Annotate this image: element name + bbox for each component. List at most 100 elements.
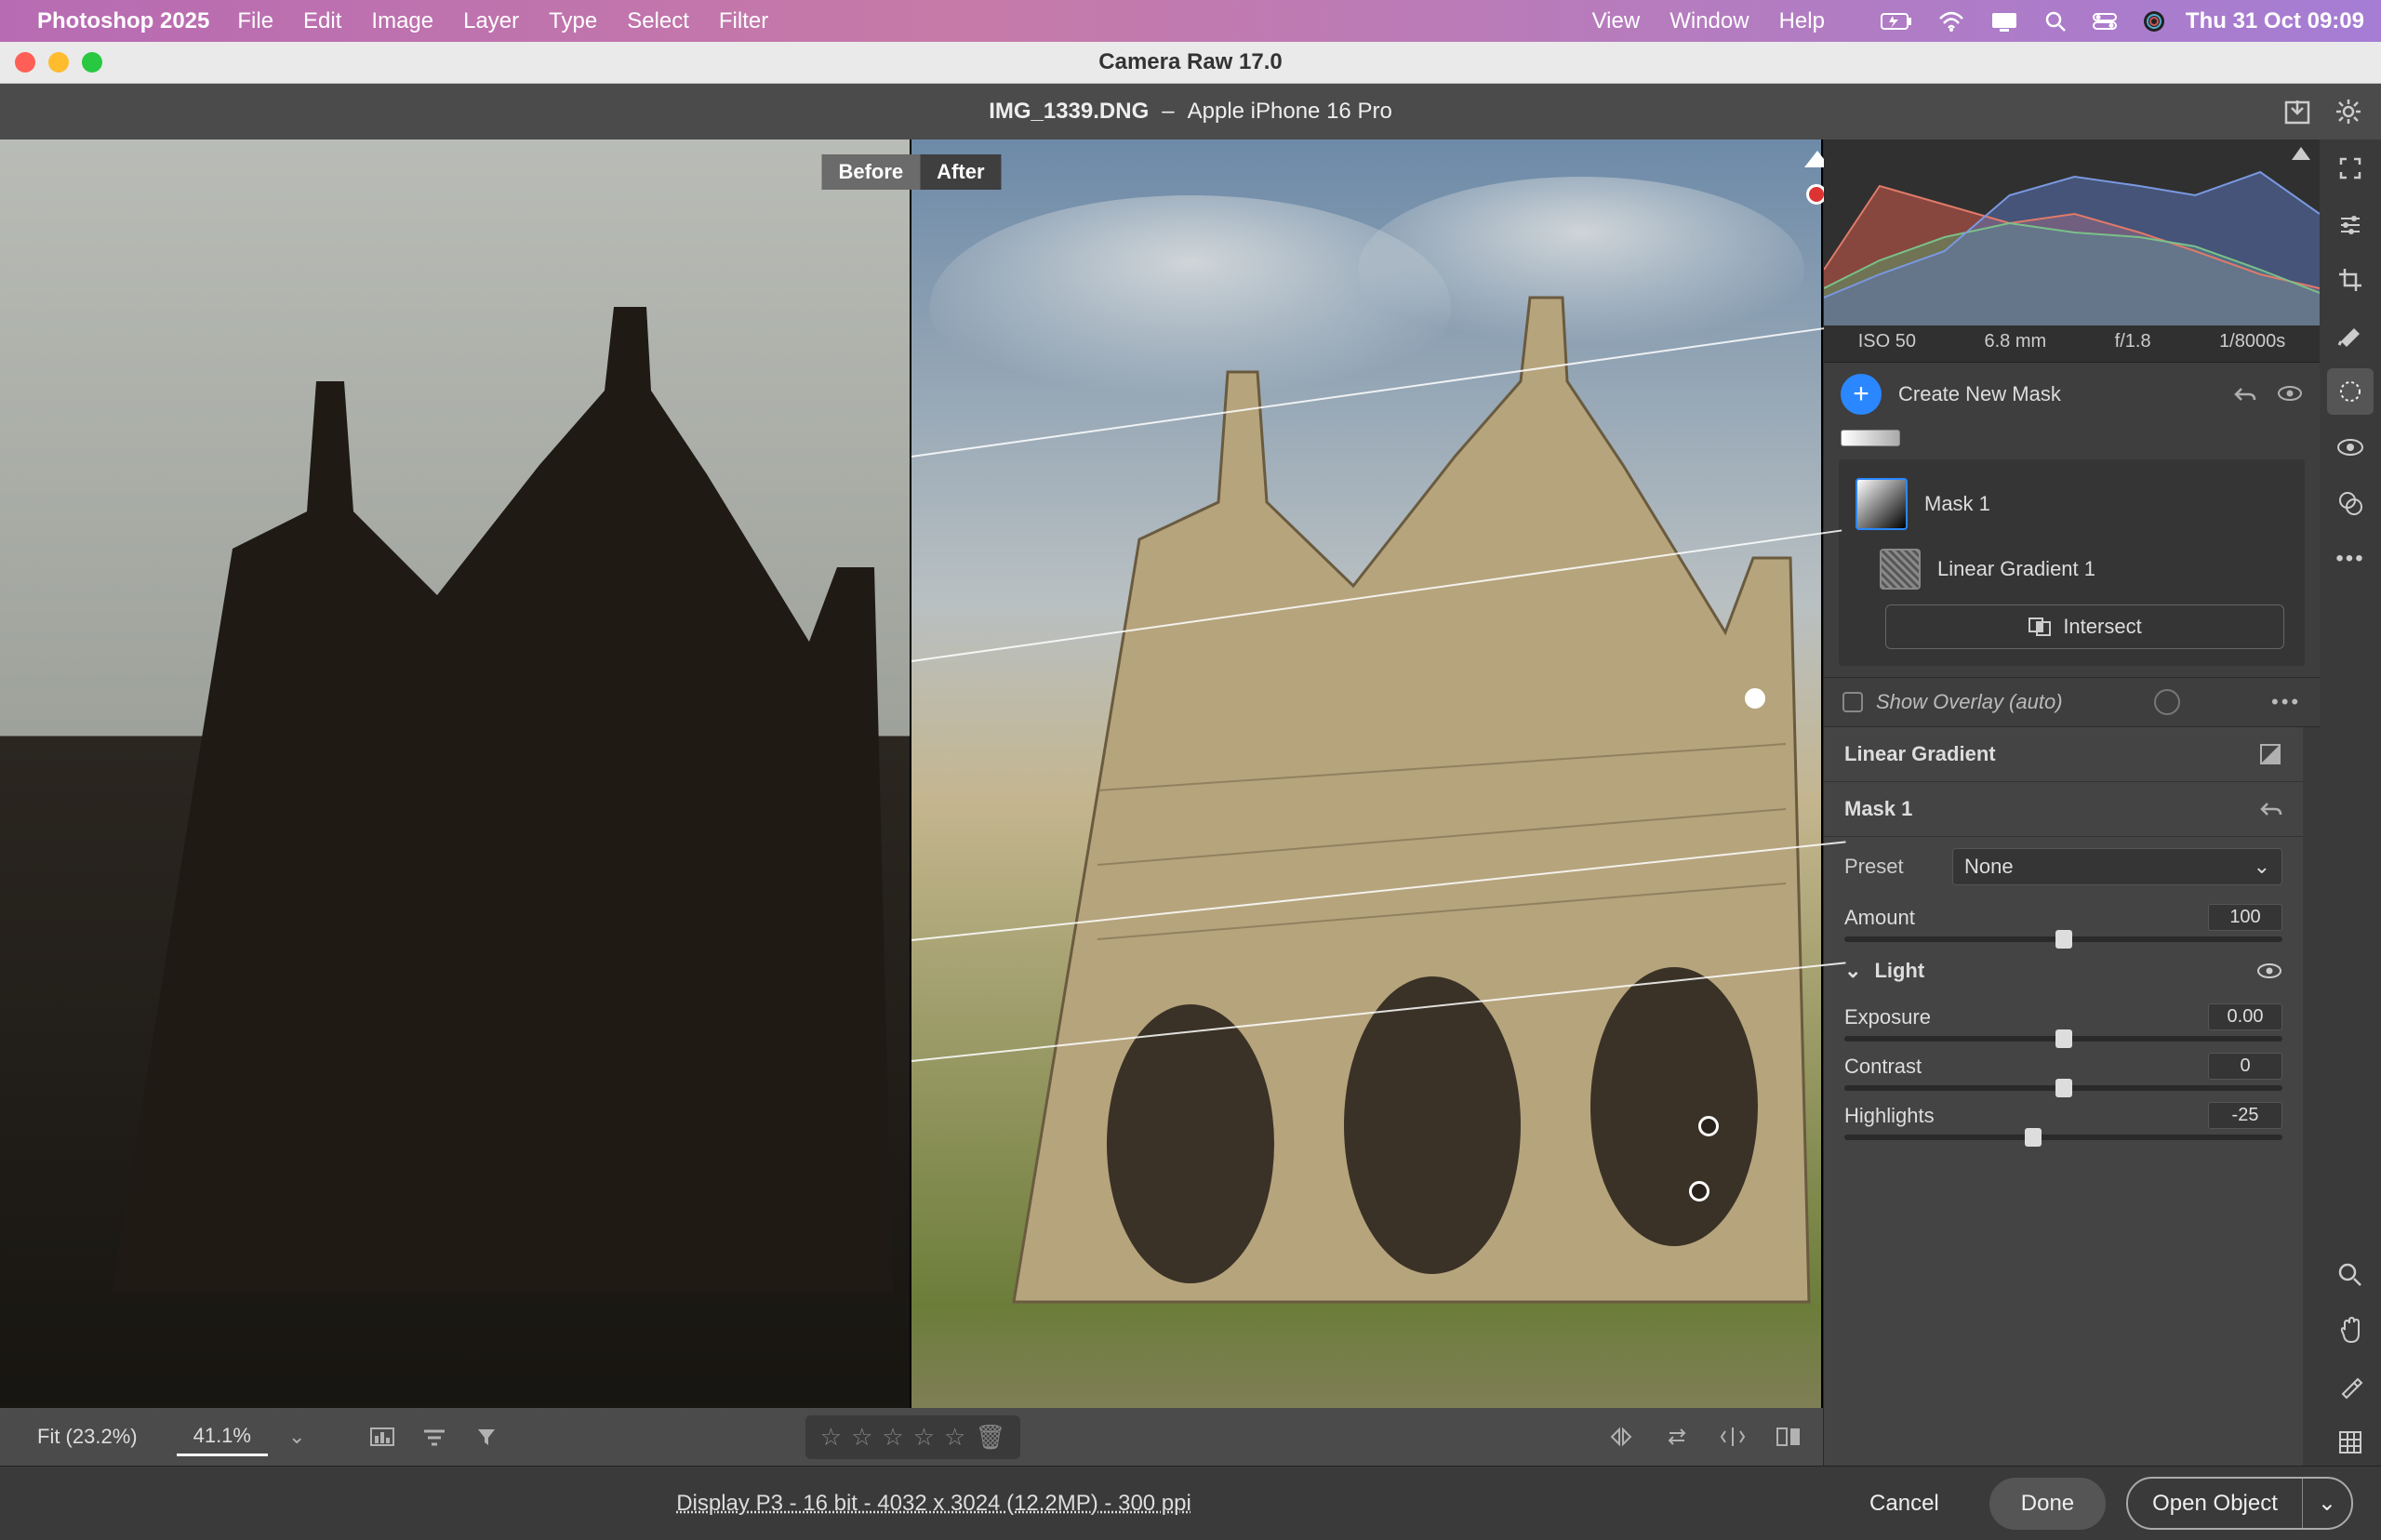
flip-horizontal-icon[interactable] [1605,1421,1637,1453]
star-1[interactable]: ☆ [820,1423,842,1452]
rating-stars[interactable]: ☆ ☆ ☆ ☆ ☆ 🗑 [805,1415,1021,1459]
after-label[interactable]: After [920,154,1001,190]
battery-icon[interactable] [1881,13,1912,30]
control-center-icon[interactable] [2093,13,2117,30]
wifi-icon[interactable] [1938,11,1964,32]
reset-mask-icon[interactable] [2258,800,2282,818]
app-name[interactable]: Photoshop 2025 [37,8,209,34]
amount-slider[interactable]: Amount100 [1824,896,2303,946]
crop-icon[interactable] [2327,257,2374,303]
menu-view[interactable]: View [1592,8,1641,34]
star-3[interactable]: ☆ [882,1423,903,1452]
invert-gradient-icon[interactable] [2258,742,2282,766]
intersect-label: Intersect [2063,615,2141,639]
before-label[interactable]: Before [821,154,920,190]
mask-tool-icon[interactable] [2327,368,2374,415]
mask-list: Mask 1 Linear Gradient 1 Intersect [1839,459,2305,666]
overlay-more-icon[interactable]: ••• [2271,690,2301,714]
overlay-color-swatch[interactable] [2154,689,2180,715]
light-group-header[interactable]: ⌄ Light [1824,946,2303,996]
done-button[interactable]: Done [1989,1478,2106,1530]
component-thumb[interactable] [1880,549,1921,590]
hand-tool-icon[interactable] [2327,1308,2374,1354]
menu-layer[interactable]: Layer [463,8,519,34]
zoom-level-button[interactable]: 41.1% [177,1418,268,1456]
star-2[interactable]: ☆ [851,1423,872,1452]
highlights-thumb[interactable] [2025,1128,2042,1147]
cancel-button[interactable]: Cancel [1840,1480,1969,1528]
window-title: Camera Raw 17.0 [0,49,2381,75]
histogram[interactable]: ISO 50 6.8 mm f/1.8 1/8000s [1824,139,2320,363]
zoom-tool-icon[interactable] [2327,1252,2374,1298]
light-visibility-icon[interactable] [2256,962,2282,979]
highlights-value[interactable]: -25 [2208,1102,2282,1129]
menu-file[interactable]: File [237,8,273,34]
amount-value[interactable]: 100 [2208,904,2282,931]
component-name[interactable]: Linear Gradient 1 [1937,557,2095,581]
mask-component-row[interactable]: Linear Gradient 1 [1852,539,2292,599]
zoom-window-button[interactable] [82,52,102,73]
preset-select[interactable]: None ⌄ [1952,848,2282,885]
color-grade-icon[interactable] [2327,480,2374,526]
star-4[interactable]: ☆ [913,1423,935,1452]
mask-row[interactable]: Mask 1 [1852,469,2292,539]
contrast-slider[interactable]: Contrast0 [1824,1045,2303,1095]
edit-sliders-icon[interactable] [2327,201,2374,247]
save-icon[interactable] [2282,97,2312,126]
amount-thumb[interactable] [2055,930,2072,949]
contrast-thumb[interactable] [2055,1079,2072,1097]
show-overlay-row[interactable]: Show Overlay (auto) ••• [1824,677,2320,726]
menubar-clock[interactable]: Thu 31 Oct 09:09 [2186,8,2364,34]
open-object-dropdown-icon[interactable]: ⌄ [2302,1479,2351,1528]
siri-icon[interactable] [2143,10,2165,33]
highlights-slider[interactable]: Highlights-25 [1824,1095,2303,1144]
create-mask-button[interactable]: + [1841,374,1882,415]
menu-type[interactable]: Type [549,8,597,34]
mask-thumb[interactable] [1856,478,1908,530]
menu-filter[interactable]: Filter [719,8,768,34]
menu-help[interactable]: Help [1779,8,1825,34]
zoom-dropdown-icon[interactable]: ⌄ [288,1425,305,1449]
star-5[interactable]: ☆ [944,1423,965,1452]
exposure-thumb[interactable] [2055,1029,2072,1048]
adjustments-scroll[interactable]: Linear Gradient Mask 1 Preset None ⌄ Amo… [1824,727,2320,1466]
close-window-button[interactable] [15,52,35,73]
exposure-slider[interactable]: Exposure0.00 [1824,996,2303,1045]
heal-icon[interactable] [2327,312,2374,359]
canvas-area[interactable]: Before After Fit (23.2%) 41.1% ⌄ ☆ ☆ ☆ ☆… [0,139,1823,1466]
split-view-icon[interactable] [1773,1421,1804,1453]
highlight-clip-icon[interactable] [2292,147,2310,160]
menu-edit[interactable]: Edit [303,8,341,34]
redeye-icon[interactable] [2327,424,2374,471]
minimize-window-button[interactable] [48,52,69,73]
open-object-button[interactable]: Open Object ⌄ [2126,1477,2353,1530]
menu-select[interactable]: Select [627,8,689,34]
search-icon[interactable] [2044,10,2067,33]
funnel-icon[interactable] [471,1421,502,1453]
exposure-value[interactable]: 0.00 [2208,1003,2282,1030]
contrast-value[interactable]: 0 [2208,1053,2282,1080]
more-tools-icon[interactable]: ••• [2327,536,2374,582]
menu-window[interactable]: Window [1669,8,1749,34]
sampler-icon[interactable] [2327,1363,2374,1410]
delete-icon[interactable]: 🗑 [975,1423,1005,1452]
settings-icon[interactable] [2334,98,2362,126]
grid-icon[interactable] [2327,1419,2374,1466]
histogram-toggle-icon[interactable] [366,1421,398,1453]
undo-mask-icon[interactable] [2232,385,2256,404]
filter-list-icon[interactable] [419,1421,450,1453]
mask-name[interactable]: Mask 1 [1924,492,1990,516]
preview-before [0,139,911,1466]
image-metadata[interactable]: Display P3 - 16 bit - 4032 x 3024 (12.2M… [676,1491,1191,1517]
overlay-checkbox[interactable] [1842,692,1863,712]
mask-visibility-icon[interactable] [2277,385,2303,404]
compare-toggle-icon[interactable] [1717,1421,1749,1453]
mask-strip-thumb[interactable] [1841,430,1900,446]
swap-icon[interactable] [1661,1421,1693,1453]
fullscreen-icon[interactable] [2327,145,2374,192]
display-icon[interactable] [1990,11,2018,32]
intersect-button[interactable]: Intersect [1885,604,2284,649]
zoom-fit-button[interactable]: Fit (23.2%) [19,1419,156,1454]
menu-image[interactable]: Image [371,8,433,34]
create-mask-label[interactable]: Create New Mask [1898,382,2061,406]
